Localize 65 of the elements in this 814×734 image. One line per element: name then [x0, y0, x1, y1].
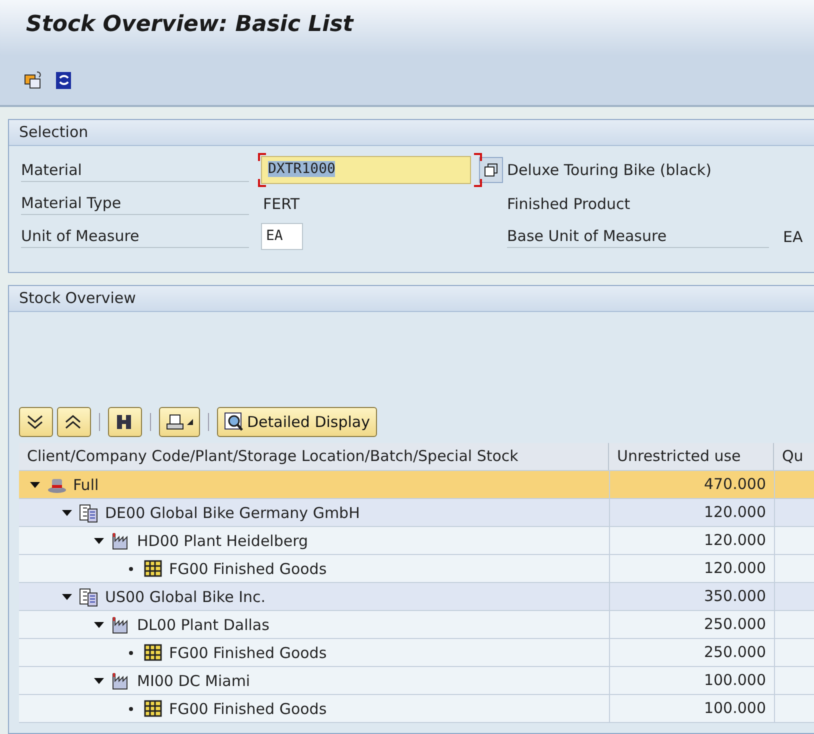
value-help-button[interactable]: [479, 157, 503, 183]
chevrons-down-icon: [26, 414, 44, 430]
panel-title: Stock Overview: [9, 286, 814, 312]
find-button[interactable]: [108, 407, 142, 437]
material-description: Deluxe Touring Bike (black): [507, 161, 712, 179]
unit-field[interactable]: EA: [261, 223, 303, 250]
node-label: DE00 Global Bike Germany GmbH: [105, 504, 360, 522]
table-cell: 250.000: [609, 611, 774, 638]
shelf-icon: [143, 558, 163, 578]
table-cell: 120.000: [609, 527, 774, 554]
node-label: MI00 DC Miami: [137, 672, 250, 690]
table-cell: 100.000: [609, 667, 774, 694]
table-cell: 120.000: [609, 555, 774, 582]
tree-row[interactable]: MI00 DC Miami: [19, 667, 609, 694]
column-header[interactable]: Client/Company Code/Plant/Storage Location/Batch/Special Stock: [19, 443, 609, 470]
node-label: FG00 Finished Goods: [169, 700, 327, 718]
window-title: Stock Overview: Basic List: [26, 12, 355, 37]
copy-icon: [484, 163, 498, 177]
binoculars-icon: [115, 413, 133, 431]
refresh-icon: [54, 70, 74, 90]
tree-row[interactable]: FG00 Finished Goods: [19, 695, 609, 722]
shelf-icon: [143, 698, 163, 718]
node-label: HD00 Plant Heidelberg: [137, 532, 308, 550]
field-label: Material: [21, 158, 249, 182]
building-icon: [79, 502, 99, 522]
node-label: FG00 Finished Goods: [169, 644, 327, 662]
expanded-caret-icon[interactable]: [29, 482, 41, 488]
expanded-caret-icon[interactable]: [93, 538, 105, 544]
expanded-caret-icon[interactable]: [93, 678, 105, 684]
chevrons-up-icon: [64, 414, 82, 430]
copy-icon: [24, 70, 44, 90]
magnifier-icon: [224, 412, 244, 432]
column-header[interactable]: Qu: [774, 443, 814, 470]
tree-row[interactable]: HD00 Plant Heidelberg: [19, 527, 609, 554]
expanded-caret-icon[interactable]: [93, 622, 105, 628]
printer-icon: [166, 413, 184, 431]
print-button[interactable]: [159, 407, 200, 437]
field-value: Finished Product: [507, 194, 632, 212]
table-cell: 250.000: [609, 639, 774, 666]
node-label: US00 Global Bike Inc.: [105, 588, 266, 606]
tree-row[interactable]: DL00 Plant Dallas: [19, 611, 609, 638]
tree-row[interactable]: Full: [19, 471, 609, 498]
expanded-caret-icon[interactable]: [61, 594, 73, 600]
column-header[interactable]: Unrestricted use: [609, 443, 774, 470]
building-icon: [79, 586, 99, 606]
collapse-button[interactable]: [57, 407, 91, 437]
field-value: EA: [782, 228, 804, 246]
table-cell: 100.000: [609, 695, 774, 722]
tree-row[interactable]: FG00 Finished Goods: [19, 555, 609, 582]
material-field[interactable]: DXTR1000: [261, 156, 471, 184]
field-label: Material Type: [21, 192, 249, 215]
field-label: Base Unit of Measure: [507, 225, 769, 248]
expanded-caret-icon[interactable]: [61, 510, 73, 516]
expand-button[interactable]: [19, 407, 53, 437]
tree-row[interactable]: FG00 Finished Goods: [19, 639, 609, 666]
panel-title: Selection: [9, 120, 814, 146]
field-value: FERT: [262, 194, 301, 212]
node-label: FG00 Finished Goods: [169, 560, 327, 578]
field-label: Unit of Measure: [21, 225, 249, 248]
dropdown-icon: [187, 419, 193, 425]
node-label: Full: [73, 476, 99, 494]
node-label: DL00 Plant Dallas: [137, 616, 270, 634]
table-cell: 470.000: [609, 471, 774, 498]
detailed-display-button[interactable]: Detailed Display: [217, 407, 377, 437]
shelf-icon: [143, 642, 163, 662]
